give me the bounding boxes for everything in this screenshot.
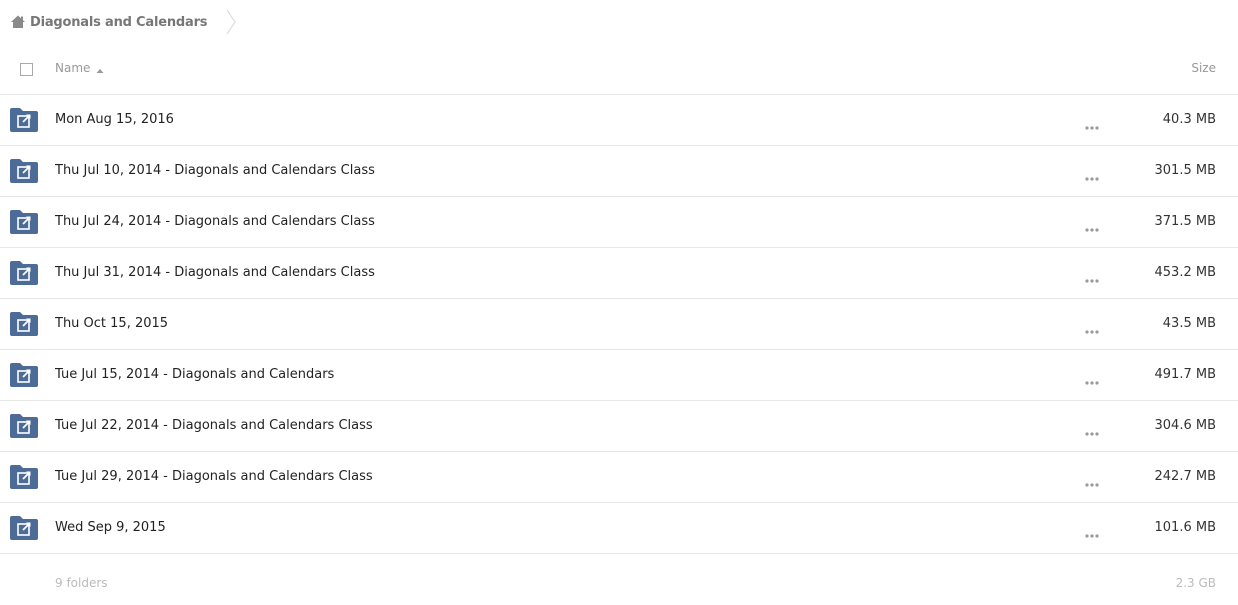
folder-size: 242.7 MB bbox=[1154, 469, 1216, 484]
folder-size: 40.3 MB bbox=[1162, 112, 1216, 127]
folder-name-link[interactable]: Wed Sep 9, 2015 bbox=[55, 520, 166, 535]
breadcrumb-separator-chevron-icon bbox=[225, 0, 239, 44]
breadcrumb: Diagonals and Calendars bbox=[0, 0, 1238, 44]
more-options-icon[interactable] bbox=[1084, 270, 1100, 283]
folder-row[interactable]: Thu Jul 10, 2014 - Diagonals and Calenda… bbox=[0, 146, 1238, 197]
breadcrumb-label: Diagonals and Calendars bbox=[30, 14, 208, 30]
shared-folder-icon bbox=[10, 363, 38, 387]
folder-row[interactable]: Tue Jul 22, 2014 - Diagonals and Calenda… bbox=[0, 401, 1238, 452]
shared-folder-icon bbox=[10, 312, 38, 336]
name-column-label: Name bbox=[55, 61, 91, 75]
shared-folder-icon bbox=[10, 516, 38, 540]
folder-row[interactable]: Thu Jul 31, 2014 - Diagonals and Calenda… bbox=[0, 248, 1238, 299]
home-icon bbox=[10, 14, 26, 30]
shared-folder-icon bbox=[10, 414, 38, 438]
folder-name-link[interactable]: Tue Jul 22, 2014 - Diagonals and Calenda… bbox=[55, 418, 373, 433]
shared-folder-icon bbox=[10, 108, 38, 132]
more-options-icon[interactable] bbox=[1084, 525, 1100, 538]
folder-size: 43.5 MB bbox=[1162, 316, 1216, 331]
folder-name-link[interactable]: Thu Jul 24, 2014 - Diagonals and Calenda… bbox=[55, 214, 375, 229]
total-size: 2.3 GB bbox=[1175, 576, 1216, 590]
folder-row[interactable]: Wed Sep 9, 2015 101.6 MB bbox=[0, 503, 1238, 554]
sort-ascending-icon bbox=[96, 64, 104, 73]
folder-size: 453.2 MB bbox=[1154, 265, 1216, 280]
folder-name-link[interactable]: Thu Jul 10, 2014 - Diagonals and Calenda… bbox=[55, 163, 375, 178]
shared-folder-icon bbox=[10, 159, 38, 183]
folder-size: 301.5 MB bbox=[1154, 163, 1216, 178]
more-options-icon[interactable] bbox=[1084, 168, 1100, 181]
sort-by-name-header[interactable]: Name bbox=[55, 61, 104, 75]
folder-name-link[interactable]: Thu Jul 31, 2014 - Diagonals and Calenda… bbox=[55, 265, 375, 280]
shared-folder-icon bbox=[10, 210, 38, 234]
list-summary: 9 folders 2.3 GB bbox=[0, 570, 1238, 600]
breadcrumb-item-current-folder[interactable]: Diagonals and Calendars bbox=[0, 0, 225, 44]
more-options-icon[interactable] bbox=[1084, 321, 1100, 334]
list-header: Name Size bbox=[0, 44, 1238, 95]
more-options-icon[interactable] bbox=[1084, 219, 1100, 232]
folder-size: 371.5 MB bbox=[1154, 214, 1216, 229]
folder-size: 101.6 MB bbox=[1154, 520, 1216, 535]
folder-size: 304.6 MB bbox=[1154, 418, 1216, 433]
folder-row[interactable]: Tue Jul 29, 2014 - Diagonals and Calenda… bbox=[0, 452, 1238, 503]
sort-by-size-header[interactable]: Size bbox=[1191, 61, 1216, 75]
folder-row[interactable]: Thu Jul 24, 2014 - Diagonals and Calenda… bbox=[0, 197, 1238, 248]
folder-row[interactable]: Mon Aug 15, 2016 40.3 MB bbox=[0, 95, 1238, 146]
shared-folder-icon bbox=[10, 261, 38, 285]
more-options-icon[interactable] bbox=[1084, 117, 1100, 130]
select-all-checkbox[interactable] bbox=[20, 63, 33, 76]
folder-row[interactable]: Thu Oct 15, 2015 43.5 MB bbox=[0, 299, 1238, 350]
folder-list: Mon Aug 15, 2016 40.3 MB Thu Jul 10, 2014 … bbox=[0, 95, 1238, 554]
file-browser: Diagonals and Calendars Name Size Mon Au… bbox=[0, 0, 1238, 605]
folder-name-link[interactable]: Tue Jul 15, 2014 - Diagonals and Calenda… bbox=[55, 367, 334, 382]
folder-count: 9 folders bbox=[55, 576, 108, 590]
more-options-icon[interactable] bbox=[1084, 372, 1100, 385]
folder-name-link[interactable]: Tue Jul 29, 2014 - Diagonals and Calenda… bbox=[55, 469, 373, 484]
more-options-icon[interactable] bbox=[1084, 423, 1100, 436]
shared-folder-icon bbox=[10, 465, 38, 489]
more-options-icon[interactable] bbox=[1084, 474, 1100, 487]
folder-name-link[interactable]: Mon Aug 15, 2016 bbox=[55, 112, 174, 127]
folder-name-link[interactable]: Thu Oct 15, 2015 bbox=[55, 316, 168, 331]
folder-size: 491.7 MB bbox=[1154, 367, 1216, 382]
folder-row[interactable]: Tue Jul 15, 2014 - Diagonals and Calenda… bbox=[0, 350, 1238, 401]
